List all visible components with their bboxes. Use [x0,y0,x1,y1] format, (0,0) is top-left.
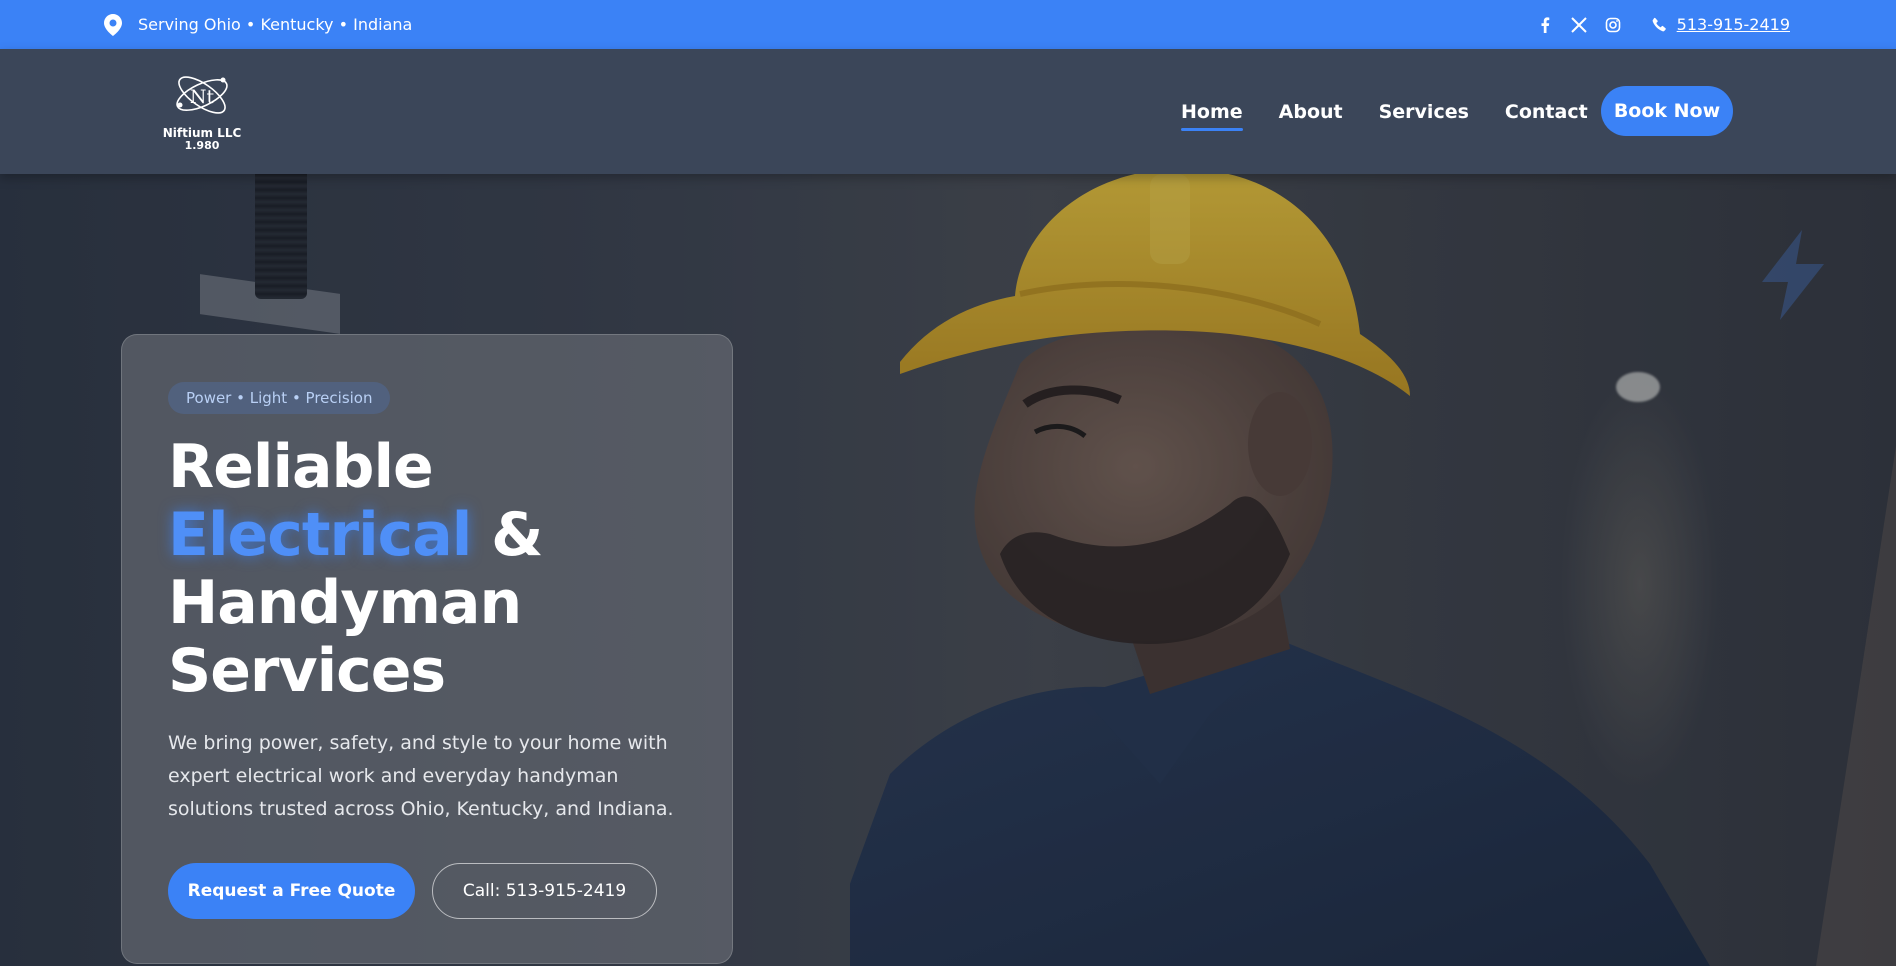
phone-icon [1652,17,1666,32]
hero-title: Reliable Electrical & Handyman Services [168,433,708,705]
nav-about[interactable]: About [1279,101,1343,123]
tagline-badge: Power • Light • Precision [168,382,391,414]
logo-number: 1.980 [184,139,220,152]
main-nav: Home About Services Contact [1181,49,1588,174]
facebook-icon[interactable] [1536,16,1554,34]
instagram-icon[interactable] [1604,16,1622,34]
book-now-button[interactable]: Book Now [1601,86,1733,136]
hero-description: We bring power, safety, and style to you… [168,732,674,820]
title-line-3: Handyman [168,568,522,638]
title-ampersand: & [491,500,543,570]
atom-logo-icon: Nt [176,76,228,114]
nav-home[interactable]: Home [1181,101,1243,131]
title-accent: Electrical [168,500,472,570]
service-area-text: Serving Ohio • Kentucky • Indiana [138,15,413,34]
top-bar: Serving Ohio • Kentucky • Indiana 513-91… [0,0,1896,49]
nav-contact[interactable]: Contact [1505,101,1588,123]
request-quote-button[interactable]: Request a Free Quote [168,863,415,919]
topbar-right: 513-915-2419 [1536,0,1790,49]
service-area: Serving Ohio • Kentucky • Indiana [104,0,412,49]
topbar-phone-link[interactable]: 513-915-2419 [1652,15,1790,34]
topbar-phone-number: 513-915-2419 [1676,15,1790,34]
map-pin-icon [104,13,122,36]
x-icon[interactable] [1570,16,1588,34]
title-line-1: Reliable [168,432,434,502]
call-button[interactable]: Call: 513-915-2419 [432,863,657,919]
logo-monogram: Nt [190,86,215,108]
nav-services[interactable]: Services [1379,101,1469,123]
logo[interactable]: Nt Niftium LLC 1.980 [156,67,248,159]
title-line-4: Services [168,636,446,706]
site-header: Nt Niftium LLC 1.980 Home About Services… [0,49,1896,174]
hero-card: Power • Light • Precision Reliable Elect… [121,334,733,964]
